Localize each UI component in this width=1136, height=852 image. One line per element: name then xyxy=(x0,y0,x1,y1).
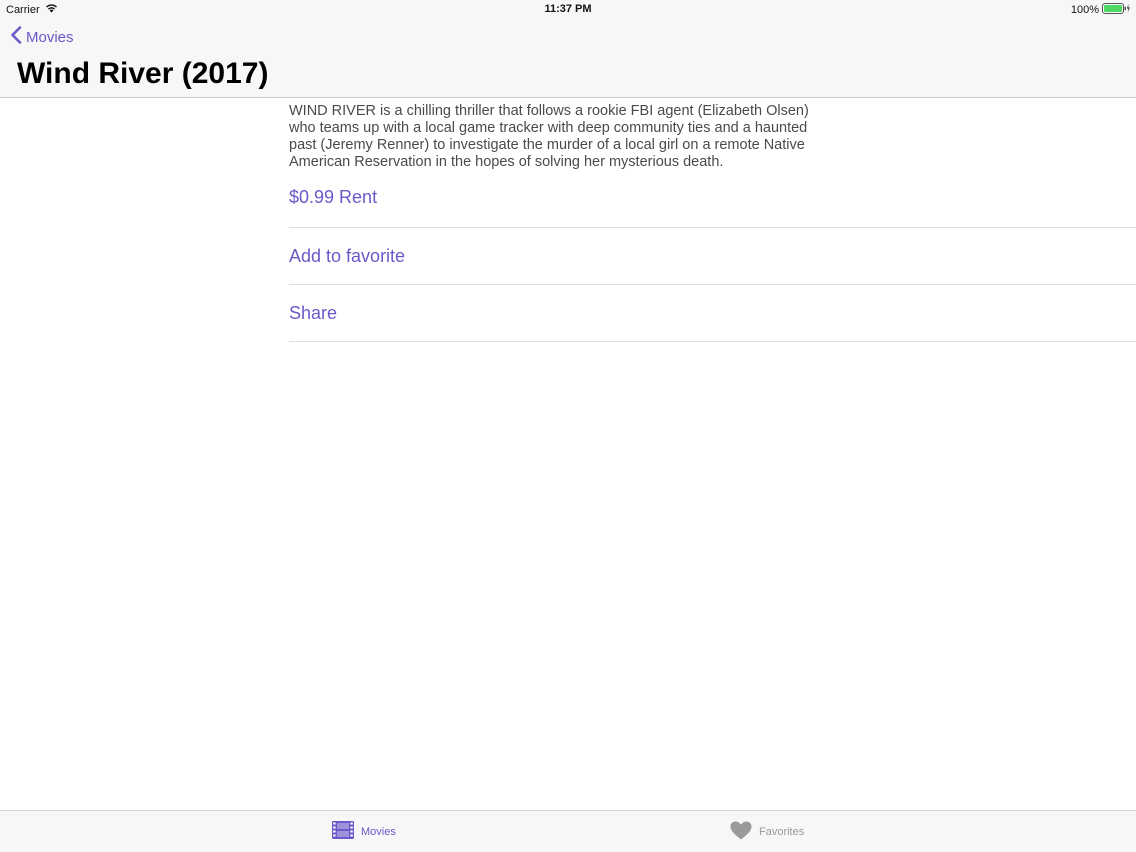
tab-favorites[interactable]: Favorites xyxy=(730,821,804,843)
tab-movies[interactable]: Movies xyxy=(332,821,396,842)
action-list: $0.99 Rent Add to favorite Share xyxy=(289,168,1136,342)
screen: Carrier 11:37 PM 100% Movies Wind River … xyxy=(0,0,1136,852)
battery-icon xyxy=(1102,3,1130,17)
back-button-label: Movies xyxy=(26,28,74,46)
rent-button[interactable]: $0.99 Rent xyxy=(289,168,1136,228)
status-right: 100% xyxy=(1071,3,1130,17)
tab-movies-label: Movies xyxy=(361,825,396,838)
navigation-bar: Movies Wind River (2017) xyxy=(0,18,1136,98)
share-button[interactable]: Share xyxy=(289,285,1136,342)
back-button[interactable]: Movies xyxy=(10,26,74,48)
film-icon xyxy=(332,821,354,842)
tab-bar: Movies Favorites xyxy=(0,810,1136,852)
movie-description: WIND RIVER is a chilling thriller that f… xyxy=(289,103,809,170)
page-title: Wind River (2017) xyxy=(17,57,269,90)
heart-icon xyxy=(730,821,752,843)
status-bar: Carrier 11:37 PM 100% xyxy=(0,0,1136,18)
tab-favorites-label: Favorites xyxy=(759,826,805,838)
movie-detail: WIND RIVER is a chilling thriller that f… xyxy=(289,103,1136,342)
add-to-favorite-button[interactable]: Add to favorite xyxy=(289,228,1136,285)
battery-percent: 100% xyxy=(1070,4,1099,16)
status-time: 11:37 PM xyxy=(544,3,592,15)
chevron-left-icon xyxy=(10,26,22,48)
